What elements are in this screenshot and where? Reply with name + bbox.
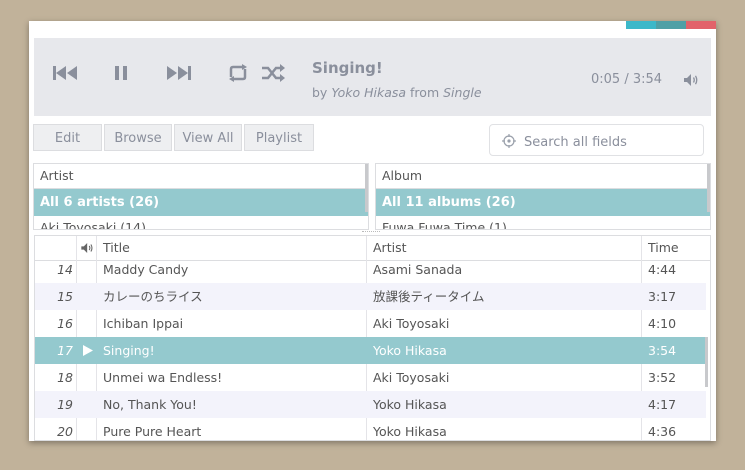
track-row[interactable]: 15 カレーのちライス 放課後ティータイム 3:17 (35, 283, 706, 310)
track-number: 17 (57, 343, 73, 358)
playlist-button[interactable]: Playlist (244, 124, 314, 151)
artist-item-all[interactable]: All 6 artists (26) (34, 189, 368, 216)
playback-time: 0:05 / 3:54 (591, 72, 663, 87)
track-subtitle: by Yoko Hikasa from Single (312, 85, 482, 100)
maximize-button[interactable] (656, 21, 686, 29)
track-title: Singing! (312, 59, 383, 77)
track-title-cell: No, Thank You! (103, 397, 197, 412)
track-artist-cell: Yoko Hikasa (373, 397, 447, 412)
track-title-cell: Unmei wa Endless! (103, 370, 223, 385)
track-artist-cell: 放課後ティータイム (373, 289, 485, 304)
track-time-cell: 4:36 (648, 424, 677, 439)
artist-column-header[interactable]: Artist (34, 164, 368, 189)
artist-browser: Artist All 6 artists (26) Aki Toyosaki (… (33, 163, 369, 230)
track-row[interactable]: 19 No, Thank You! Yoko Hikasa 4:17 (35, 391, 706, 418)
track-title-cell: Pure Pure Heart (103, 424, 202, 439)
track-list-scrollbar[interactable] (705, 337, 708, 387)
track-time-cell: 3:54 (648, 343, 677, 358)
track-row[interactable]: 14 Maddy Candy Asami Sanada 4:44 (35, 256, 706, 283)
playing-icon (83, 337, 95, 364)
track-artist-cell: Aki Toyosaki (373, 316, 450, 331)
by-label: by (312, 85, 328, 100)
track-list: Title Artist Time 14 Maddy Candy Asami San… (34, 235, 711, 441)
track-title-cell: カレーのちライス (103, 289, 203, 304)
album-column-header[interactable]: Album (376, 164, 710, 189)
view-toolbar: Edit Browse View All Playlist (33, 124, 316, 154)
track-row[interactable]: 18 Unmei wa Endless! Aki Toyosaki 3:52 (35, 364, 706, 391)
track-artist[interactable]: Yoko Hikasa (331, 85, 406, 100)
browse-button[interactable]: Browse (104, 124, 172, 151)
track-title-cell: Ichiban Ippai (103, 316, 184, 331)
track-album[interactable]: Single (443, 85, 481, 100)
album-browser: Album All 11 albums (26) Fuwa Fuwa Time … (375, 163, 711, 230)
track-number: 20 (57, 424, 73, 439)
pause-icon[interactable] (115, 66, 127, 80)
track-time-cell: 3:17 (648, 289, 677, 304)
minimize-button[interactable] (626, 21, 656, 29)
track-artist-cell: Aki Toyosaki (373, 370, 450, 385)
track-title-cell: Maddy Candy (103, 262, 189, 277)
volume-icon[interactable] (684, 71, 700, 90)
track-time-cell: 4:44 (648, 262, 677, 277)
crosshair-icon (502, 133, 516, 152)
track-number: 18 (57, 370, 73, 385)
track-time-cell: 4:17 (648, 397, 677, 412)
track-row[interactable]: 16 Ichiban Ippai Aki Toyosaki 4:10 (35, 310, 706, 337)
track-number: 19 (57, 397, 73, 412)
artist-item[interactable]: Aki Toyosaki (14) (34, 216, 368, 229)
track-number: 16 (57, 316, 73, 331)
from-label: from (410, 85, 440, 100)
close-button[interactable] (686, 21, 716, 29)
track-number: 15 (57, 289, 73, 304)
track-time-cell: 4:10 (648, 316, 677, 331)
album-scrollbar[interactable] (707, 164, 710, 212)
repeat-icon[interactable] (227, 64, 249, 82)
album-item-all[interactable]: All 11 albums (26) (376, 189, 710, 216)
track-time-cell: 3:52 (648, 370, 677, 385)
view-all-button[interactable]: View All (174, 124, 242, 151)
artist-scrollbar[interactable] (365, 164, 368, 212)
track-title-cell: Singing! (103, 343, 155, 358)
track-artist-cell: Yoko Hikasa (373, 424, 447, 439)
shuffle-icon[interactable] (262, 64, 286, 82)
search-box[interactable] (489, 124, 704, 156)
track-artist-cell: Yoko Hikasa (373, 343, 447, 358)
previous-icon[interactable] (53, 66, 79, 80)
next-icon[interactable] (165, 66, 191, 80)
player-window: Singing! by Yoko Hikasa from Single 0:05… (29, 21, 716, 441)
track-number: 14 (57, 262, 73, 277)
now-playing-bar: Singing! by Yoko Hikasa from Single 0:05… (34, 38, 711, 116)
track-artist-cell: Asami Sanada (373, 262, 463, 277)
track-row[interactable]: 20 Pure Pure Heart Yoko Hikasa 4:36 (35, 418, 706, 440)
edit-button[interactable]: Edit (33, 124, 102, 151)
window-controls (626, 21, 716, 29)
album-item[interactable]: Fuwa Fuwa Time (1) (376, 216, 710, 229)
search-input[interactable] (522, 131, 696, 153)
track-row-playing[interactable]: 17 Singing! Yoko Hikasa 3:54 (35, 337, 706, 364)
